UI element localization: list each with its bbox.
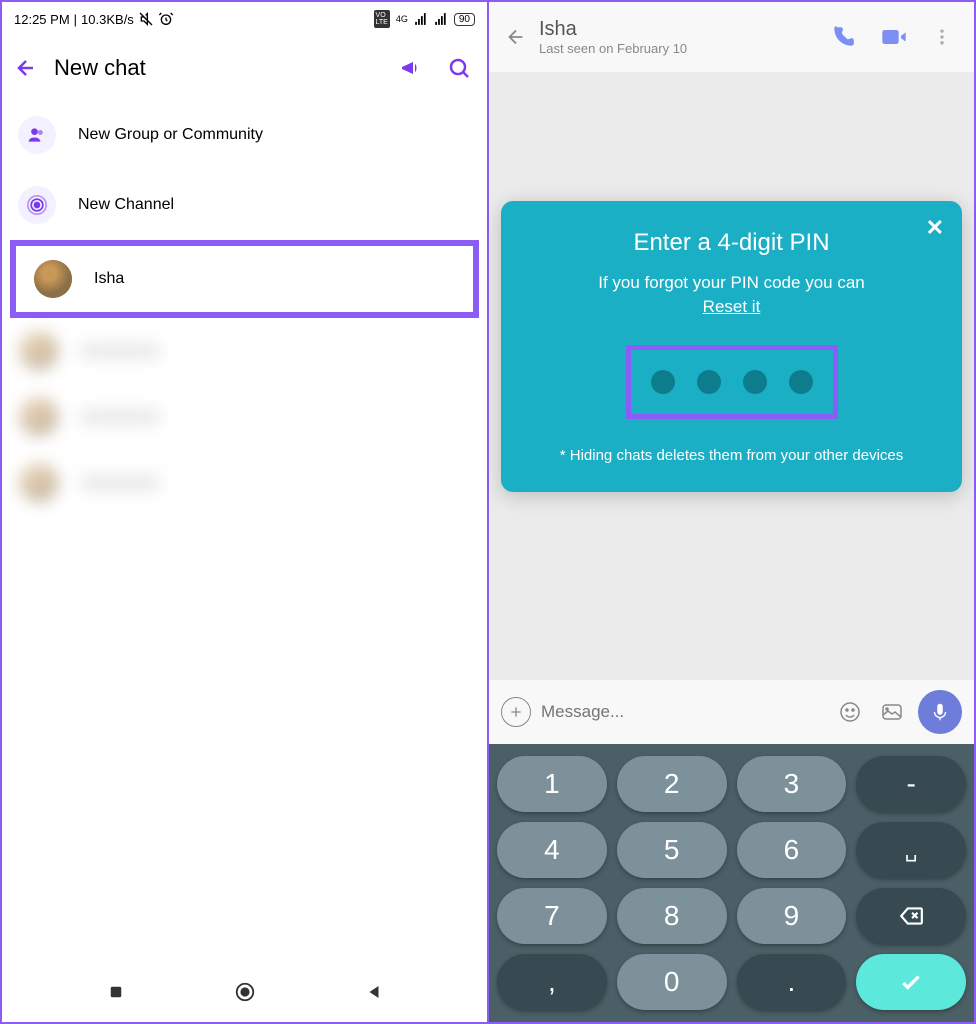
network-icon: 4G xyxy=(396,14,408,24)
contact-item-blurred[interactable] xyxy=(2,318,487,384)
recent-apps-button[interactable] xyxy=(107,983,125,1001)
contact-highlight: Isha xyxy=(10,240,479,318)
emoji-icon[interactable] xyxy=(834,700,866,724)
status-bar: 12:25 PM | 10.3KB/s VOLTE 4G 90 xyxy=(2,2,487,36)
chat-title-area[interactable]: Isha Last seen on February 10 xyxy=(539,18,812,56)
new-group-option[interactable]: New Group or Community xyxy=(2,100,487,170)
volte-icon: VOLTE xyxy=(374,10,390,28)
contact-name xyxy=(80,410,160,424)
key-enter[interactable] xyxy=(856,954,966,1010)
pin-dot xyxy=(697,370,721,394)
key-2[interactable]: 2 xyxy=(617,756,727,812)
search-icon[interactable] xyxy=(443,52,475,84)
key-6[interactable]: 6 xyxy=(737,822,847,878)
video-call-icon[interactable] xyxy=(874,23,914,51)
option-label: New Group or Community xyxy=(78,126,263,144)
chat-last-seen: Last seen on February 10 xyxy=(539,41,812,56)
mute-icon xyxy=(138,11,154,27)
reset-link[interactable]: Reset it xyxy=(525,297,938,317)
key-8[interactable]: 8 xyxy=(617,888,727,944)
android-nav xyxy=(2,962,487,1022)
mic-button[interactable] xyxy=(918,690,962,734)
contact-item-blurred[interactable] xyxy=(2,384,487,450)
key-0[interactable]: 0 xyxy=(617,954,727,1010)
pin-modal: ✕ Enter a 4-digit PIN If you forgot your… xyxy=(501,201,962,492)
numeric-keypad: 1 2 3 - 4 5 6 ␣ 7 8 9 , 0 . xyxy=(489,744,974,1022)
avatar xyxy=(20,398,58,436)
back-button[interactable] xyxy=(14,56,38,80)
key-dash[interactable]: - xyxy=(856,756,966,812)
key-7[interactable]: 7 xyxy=(497,888,607,944)
pin-dot xyxy=(651,370,675,394)
pin-title: Enter a 4-digit PIN xyxy=(525,229,938,257)
app-header: New chat xyxy=(2,36,487,100)
home-button[interactable] xyxy=(234,981,256,1003)
contact-name xyxy=(80,476,160,490)
status-speed: 10.3KB/s xyxy=(81,12,134,27)
more-icon[interactable] xyxy=(926,27,958,47)
new-channel-option[interactable]: New Channel xyxy=(2,170,487,240)
pin-dot xyxy=(743,370,767,394)
contact-name xyxy=(80,344,160,358)
signal-icon xyxy=(414,12,428,26)
key-backspace[interactable] xyxy=(856,888,966,944)
key-1[interactable]: 1 xyxy=(497,756,607,812)
key-space[interactable]: ␣ xyxy=(856,822,966,878)
avatar xyxy=(20,332,58,370)
chat-body: ✕ Enter a 4-digit PIN If you forgot your… xyxy=(489,72,974,680)
contact-item[interactable]: Isha xyxy=(16,246,473,312)
status-time: 12:25 PM xyxy=(14,12,70,27)
avatar xyxy=(34,260,72,298)
key-9[interactable]: 9 xyxy=(737,888,847,944)
page-title: New chat xyxy=(54,55,379,81)
call-icon[interactable] xyxy=(824,24,862,50)
key-4[interactable]: 4 xyxy=(497,822,607,878)
contact-item-blurred[interactable] xyxy=(2,450,487,516)
pin-forgot-text: If you forgot your PIN code you can xyxy=(525,273,938,293)
key-comma[interactable]: , xyxy=(497,954,607,1010)
channel-icon xyxy=(18,186,56,224)
alarm-icon xyxy=(158,11,174,27)
back-button[interactable] xyxy=(505,26,527,48)
message-input-bar xyxy=(489,680,974,744)
pin-dot xyxy=(789,370,813,394)
chat-contact-name: Isha xyxy=(539,18,812,41)
close-icon[interactable]: ✕ xyxy=(926,215,944,241)
contact-name: Isha xyxy=(94,270,124,288)
signal-icon-2 xyxy=(434,12,448,26)
option-label: New Channel xyxy=(78,196,174,214)
back-nav-button[interactable] xyxy=(365,983,383,1001)
pin-note: * Hiding chats deletes them from your ot… xyxy=(525,447,938,464)
key-period[interactable]: . xyxy=(737,954,847,1010)
chat-header: Isha Last seen on February 10 xyxy=(489,2,974,72)
avatar xyxy=(20,464,58,502)
attach-button[interactable] xyxy=(501,697,531,727)
group-icon xyxy=(18,116,56,154)
battery-icon: 90 xyxy=(454,13,475,26)
key-3[interactable]: 3 xyxy=(737,756,847,812)
message-input[interactable] xyxy=(541,702,824,722)
key-5[interactable]: 5 xyxy=(617,822,727,878)
announce-icon[interactable] xyxy=(395,52,427,84)
camera-icon[interactable] xyxy=(876,700,908,724)
pin-input[interactable] xyxy=(626,345,838,419)
